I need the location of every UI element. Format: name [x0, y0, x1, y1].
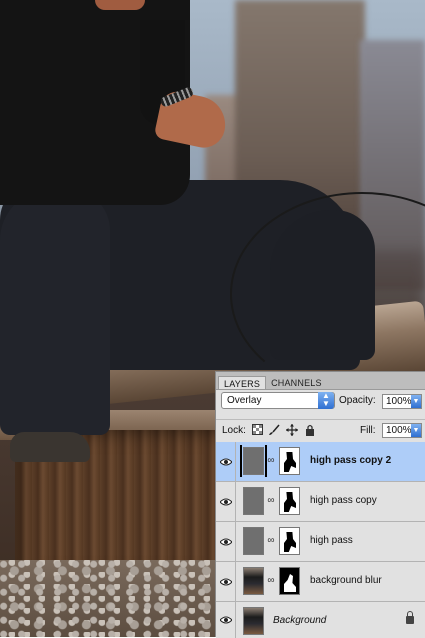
chain-link-icon[interactable]: ∞ — [267, 534, 275, 548]
layer-row-background[interactable]: Background — [216, 602, 425, 638]
padlock-icon[interactable] — [304, 424, 316, 436]
chain-link-icon[interactable]: ∞ — [267, 494, 275, 508]
fill-value: 100% — [386, 425, 412, 436]
opacity-label: Opacity: — [339, 395, 376, 406]
chain-link-icon[interactable]: ∞ — [267, 574, 275, 588]
eye-icon[interactable] — [216, 602, 236, 638]
brush-lock-icon[interactable] — [268, 424, 280, 436]
layer-thumbnail[interactable] — [243, 527, 264, 555]
layer-row-high-pass[interactable]: ∞ high pass — [216, 522, 425, 562]
lock-fill-row: Lock: Fill: 100% ▼ — [216, 419, 425, 443]
lock-label: Lock: — [222, 425, 246, 436]
shoe — [10, 432, 90, 462]
blend-opacity-row: Overlay ▲ ▼ Opacity: 100% ▼ — [216, 391, 425, 413]
lock-icon — [406, 611, 414, 624]
move-lock-icon[interactable] — [286, 424, 298, 436]
opacity-field[interactable]: 100% ▼ — [382, 394, 422, 409]
blend-mode-value: Overlay — [227, 395, 262, 406]
layer-row-high-pass-copy-2[interactable]: ∞ high pass copy 2 — [216, 442, 425, 482]
layer-name: high pass — [310, 535, 353, 546]
layer-mask-thumbnail[interactable] — [279, 487, 300, 515]
checkerboard-lock-icon[interactable] — [251, 424, 263, 436]
layer-name: Background — [273, 615, 327, 626]
layer-name: high pass copy — [310, 495, 377, 506]
panel-tabs: LAYERS CHANNELS — [216, 372, 425, 390]
opacity-value: 100% — [386, 396, 412, 407]
layer-name: high pass copy 2 — [310, 455, 392, 466]
dropdown-arrow-icon[interactable]: ▼ — [411, 395, 421, 408]
fill-label: Fill: — [360, 425, 376, 436]
chain-link-icon[interactable]: ∞ — [267, 454, 275, 468]
eye-icon[interactable] — [216, 562, 236, 601]
layer-thumbnail[interactable] — [243, 567, 264, 595]
dropdown-arrow-icon[interactable]: ▼ — [411, 424, 421, 437]
tab-channels[interactable]: CHANNELS — [266, 376, 327, 389]
layer-row-background-blur[interactable]: ∞ background blur — [216, 562, 425, 602]
selected-thumbnail-frame — [240, 445, 267, 477]
layer-mask-thumbnail[interactable] — [279, 447, 300, 475]
layer-mask-thumbnail[interactable] — [279, 567, 300, 595]
layer-mask-thumbnail[interactable] — [279, 527, 300, 555]
layers-panel: LAYERS CHANNELS Overlay ▲ ▼ Opacity: 100%… — [215, 371, 425, 638]
blend-mode-select[interactable]: Overlay ▲ ▼ — [221, 392, 335, 409]
eye-icon[interactable] — [216, 442, 236, 481]
neck — [95, 0, 145, 10]
layer-thumbnail[interactable] — [243, 607, 264, 635]
layer-list: ∞ high pass copy 2 ∞ high pass copy ∞ hi… — [216, 442, 425, 638]
left-leg — [0, 190, 110, 435]
gravel-ground — [0, 560, 215, 637]
layer-thumbnail[interactable] — [243, 487, 264, 515]
eye-icon[interactable] — [216, 482, 236, 521]
layer-row-high-pass-copy[interactable]: ∞ high pass copy — [216, 482, 425, 522]
layer-name: background blur — [310, 575, 382, 586]
updown-arrows-icon: ▲ ▼ — [318, 392, 334, 409]
eye-icon[interactable] — [216, 522, 236, 561]
fill-field[interactable]: 100% ▼ — [382, 423, 422, 438]
tab-layers[interactable]: LAYERS — [218, 376, 267, 389]
